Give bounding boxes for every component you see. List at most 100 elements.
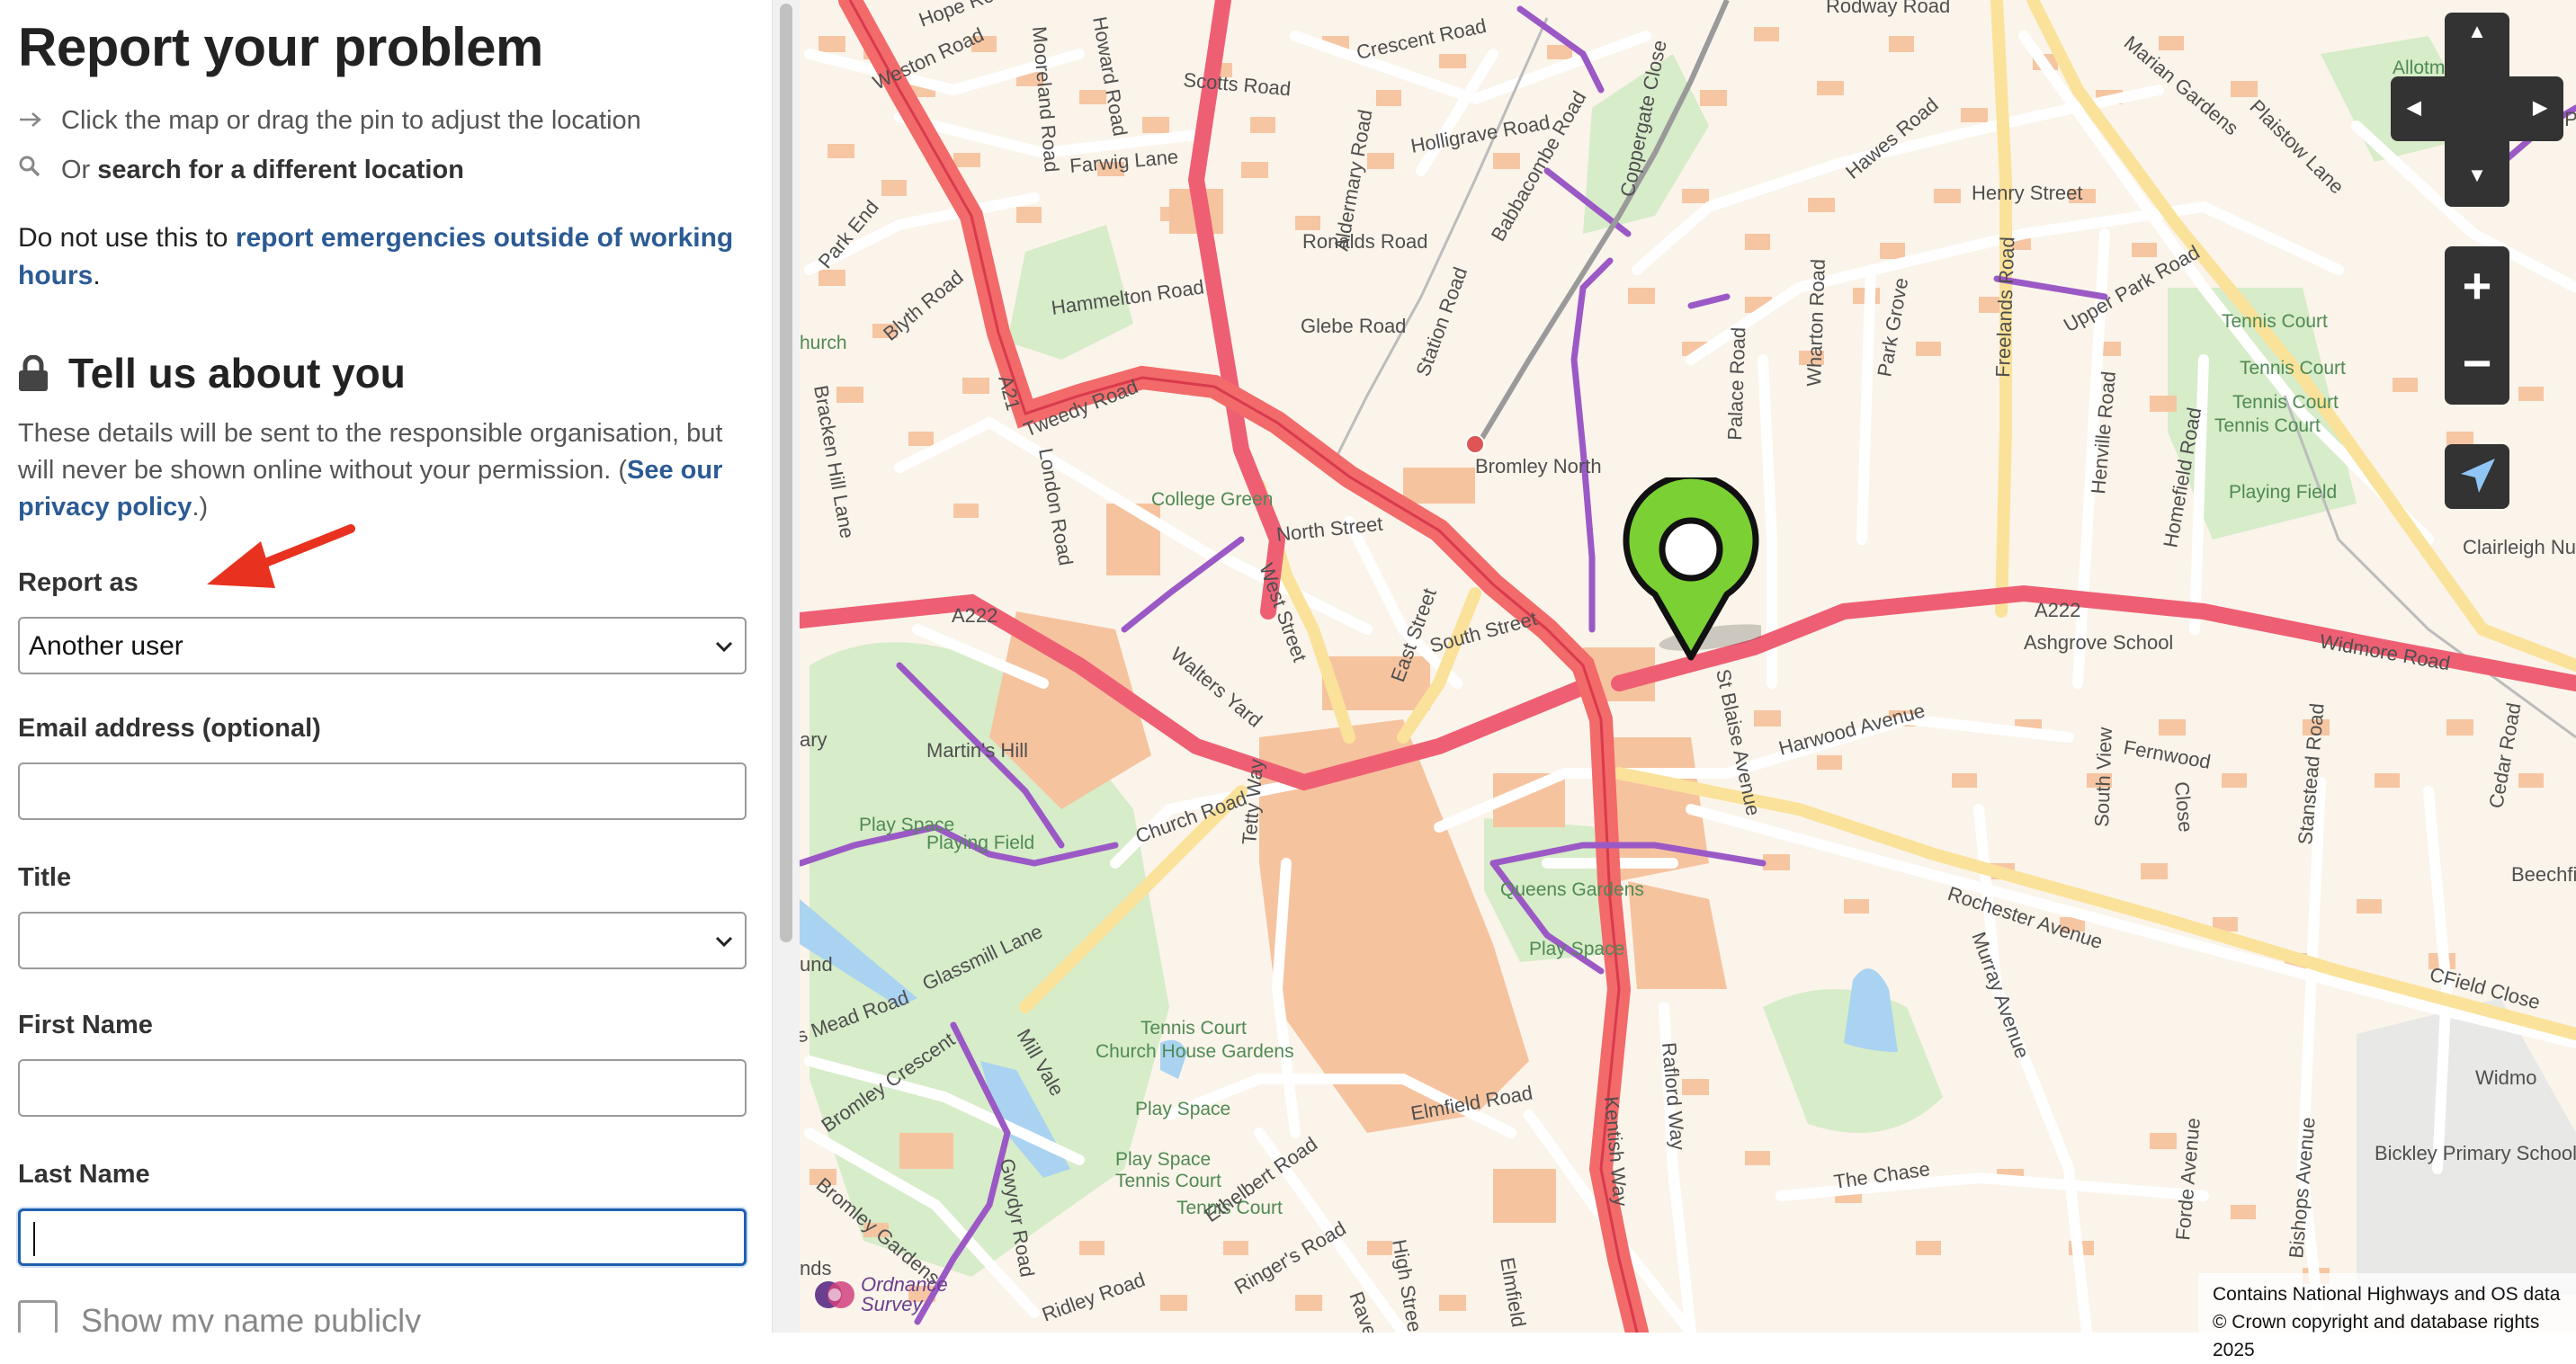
map-label: Fernwood <box>2122 735 2213 773</box>
map-label: Park End <box>814 196 883 272</box>
last-name-label: Last Name <box>18 1160 150 1189</box>
emergency-notice-prefix: Do not use this to <box>18 223 228 253</box>
map-label: Church House Gardens <box>1096 1041 1294 1062</box>
map-label: Bracken Hill Lane <box>809 384 859 540</box>
map-label: Play Space <box>1115 1149 1211 1170</box>
chevron-down-icon <box>715 936 733 948</box>
map-label: Elmfield Road <box>1409 1082 1534 1125</box>
geolocate-arrow-icon <box>2461 459 2495 493</box>
map-label: Playing Field <box>926 833 1034 853</box>
section-heading-text: Tell us about you <box>68 350 406 397</box>
first-name-field[interactable] <box>18 1059 747 1117</box>
privacy-description: These details will be sent to the respon… <box>18 415 756 526</box>
map-label: Mill Vale <box>1013 1025 1069 1100</box>
map-label: Tetty Way <box>1238 758 1267 846</box>
hint-search-prefix: Or <box>61 155 91 184</box>
title-select[interactable] <box>18 912 747 969</box>
map-label: Coppergate Close <box>1615 38 1670 199</box>
hint-search-location: Or search for a different location <box>18 155 464 185</box>
last-name-field[interactable] <box>18 1208 747 1266</box>
sidebar-scrollbar[interactable] <box>772 0 800 1333</box>
hint-adjust-text: Click the map or drag the pin to adjust … <box>61 106 641 135</box>
map-label: Ridley Road <box>1039 1268 1148 1325</box>
map-canvas[interactable]: Hope Road Weston Road Howard Road Moorel… <box>800 0 2576 1333</box>
map-label: Blyth Road <box>879 265 968 344</box>
ordnance-survey-logo: Ordnance Survey <box>814 1275 948 1315</box>
map-label: Glassmill Lane <box>919 920 1046 995</box>
map-label: Clairleigh Nursing Home <box>2463 536 2576 558</box>
map-label: Widmore Road <box>2318 629 2452 674</box>
map-label: Rodway Road <box>1826 0 1950 17</box>
map-label: St Blaise Avenue <box>1712 667 1765 818</box>
map-label: College Green <box>1151 489 1273 510</box>
location-pin-icon[interactable] <box>1621 477 1761 661</box>
map-attribution: Contains National Highways and OS data ©… <box>2198 1273 2576 1360</box>
map-label: Forde Avenue <box>2171 1117 2205 1241</box>
map-label: Tweedy Road <box>1021 375 1141 441</box>
map-label: South View <box>2090 727 2116 827</box>
show-name-checkbox[interactable] <box>18 1300 58 1333</box>
ordnance-survey-emblem-icon <box>815 1281 854 1308</box>
chevron-down-icon <box>715 641 733 653</box>
map-label: Cedar Road <box>2484 701 2525 810</box>
pan-down-button[interactable]: ▼ <box>2445 164 2509 187</box>
map-label: Queens Gardens <box>1500 879 1644 900</box>
map-label: A222 <box>2035 599 2080 621</box>
map-label: Howard Road <box>1088 15 1131 138</box>
map-label: Raflord Way <box>1658 1041 1689 1151</box>
map-label: CField Close <box>2428 963 2543 1014</box>
pan-left-button[interactable]: ◀ <box>2396 96 2432 119</box>
map-label: Holligrave Road <box>1409 111 1552 157</box>
report-as-value: Another user <box>29 631 183 661</box>
scrollbar-thumb[interactable] <box>780 4 792 942</box>
map-label: Gwydyr Road <box>996 1157 1039 1279</box>
map-label: und <box>800 953 833 976</box>
map-label: Ronalds Road <box>1302 230 1427 253</box>
map-label: Bromley Crescent <box>818 1028 960 1137</box>
map-label: Mooreland Road <box>1028 25 1063 173</box>
map-label: Hawes Road <box>1841 94 1943 183</box>
map-label: A222 <box>952 604 997 627</box>
map-label: Weston Road <box>870 23 988 94</box>
map-label: Marian Gardens <box>2120 31 2243 140</box>
map-label: Bromley North <box>1475 455 1602 477</box>
map-label: Elmfield <box>1496 1256 1530 1329</box>
map-label: Upper Park Road <box>2060 241 2204 337</box>
zoom-control: + − <box>2445 246 2509 405</box>
text-cursor <box>33 1222 35 1256</box>
pan-right-button[interactable]: ▶ <box>2522 96 2558 119</box>
zoom-in-button[interactable]: + <box>2445 259 2509 313</box>
report-as-select[interactable]: Another user <box>18 617 747 674</box>
map-label: Palace Road <box>1723 326 1749 441</box>
zoom-out-button[interactable]: − <box>2445 336 2509 390</box>
map-label: Playing Field <box>2229 482 2337 503</box>
map-label: Martin's Hill <box>926 739 1028 762</box>
map-label: Ashgrove School <box>2024 631 2173 654</box>
map-label: Babbacombe Road <box>1487 87 1591 245</box>
map-label: Walters Yard <box>1167 643 1266 732</box>
map-label: North Street <box>1275 513 1384 546</box>
map-label: Plaistow Lane <box>2245 95 2348 199</box>
map-label: Rochester Avenue <box>1945 882 2105 953</box>
map-label: High Stree <box>1388 1238 1427 1333</box>
map-label: hurch <box>800 333 847 353</box>
report-as-label: Report as <box>18 568 139 597</box>
arrow-right-icon <box>18 106 45 136</box>
map-label: Tennis Court <box>2222 311 2328 332</box>
section-heading-about-you: Tell us about you <box>18 349 406 397</box>
lock-icon <box>19 355 48 391</box>
map-label: London Road <box>1034 447 1078 567</box>
page-title: Report your problem <box>18 17 543 77</box>
map-label: Tennis Court <box>2240 358 2346 379</box>
search-different-location-link[interactable]: search for a different location <box>97 156 464 185</box>
map-label: A21 <box>994 373 1024 413</box>
title-label: Title <box>18 863 72 892</box>
map-label: Close <box>2170 780 2197 833</box>
geolocate-button[interactable] <box>2445 444 2509 509</box>
pan-up-button[interactable]: ▲ <box>2445 20 2509 43</box>
map-label: Bishops Avenue <box>2285 1116 2320 1259</box>
map-label: Hammelton Road <box>1050 275 1205 319</box>
email-field[interactable] <box>18 762 747 820</box>
map-label: Murray Avenue <box>1967 929 2034 1061</box>
map-label: Bickley Primary School <box>2375 1142 2576 1164</box>
